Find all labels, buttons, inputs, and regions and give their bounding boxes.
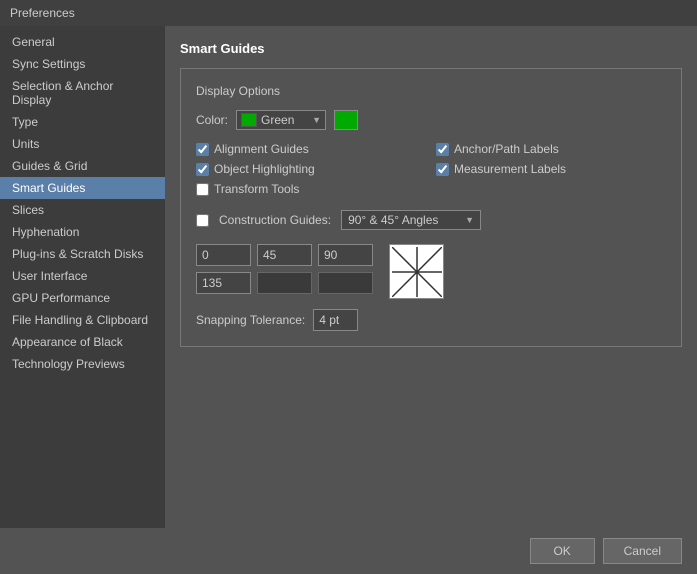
transform-tools-checkbox[interactable] bbox=[196, 183, 209, 196]
angle-input-empty1[interactable] bbox=[257, 272, 312, 294]
object-highlighting-label: Object Highlighting bbox=[214, 162, 315, 176]
sidebar-item-smart-guides[interactable]: Smart Guides bbox=[0, 177, 165, 199]
anchor-path-labels-checkbox[interactable] bbox=[436, 143, 449, 156]
angle-inputs-col-mid bbox=[257, 244, 312, 294]
object-highlighting-checkbox[interactable] bbox=[196, 163, 209, 176]
display-options-box: Display Options Color: Green ▼ Alignment… bbox=[180, 68, 682, 347]
sidebar: General Sync Settings Selection & Anchor… bbox=[0, 26, 165, 528]
anchor-path-labels-label: Anchor/Path Labels bbox=[454, 142, 559, 156]
title-text: Preferences bbox=[10, 6, 75, 20]
measurement-labels-label: Measurement Labels bbox=[454, 162, 566, 176]
sidebar-item-file-handling[interactable]: File Handling & Clipboard bbox=[0, 309, 165, 331]
chevron-down-icon: ▼ bbox=[312, 115, 321, 125]
content-area: Smart Guides Display Options Color: Gree… bbox=[165, 26, 697, 528]
color-swatch-large[interactable] bbox=[334, 110, 358, 130]
angle-input-135[interactable] bbox=[196, 272, 251, 294]
color-row: Color: Green ▼ bbox=[196, 110, 666, 130]
angle-inputs-col-right bbox=[318, 244, 373, 294]
construction-guides-row: Construction Guides: 90° & 45° Angles ▼ bbox=[196, 210, 666, 230]
sidebar-item-type[interactable]: Type bbox=[0, 111, 165, 133]
checkbox-measurement-labels: Measurement Labels bbox=[436, 162, 666, 176]
snapping-tolerance-label: Snapping Tolerance: bbox=[196, 313, 305, 327]
angle-input-0[interactable] bbox=[196, 244, 251, 266]
angle-inputs-row bbox=[196, 244, 666, 299]
color-dropdown-text: Green bbox=[261, 113, 308, 127]
sidebar-item-hyphenation[interactable]: Hyphenation bbox=[0, 221, 165, 243]
angle-dropdown[interactable]: 90° & 45° Angles ▼ bbox=[341, 210, 481, 230]
construction-guides-checkbox[interactable] bbox=[196, 214, 209, 227]
ok-button[interactable]: OK bbox=[530, 538, 595, 564]
sidebar-item-general[interactable]: General bbox=[0, 31, 165, 53]
sidebar-item-selection-anchor[interactable]: Selection & Anchor Display bbox=[0, 75, 165, 111]
sidebar-item-slices[interactable]: Slices bbox=[0, 199, 165, 221]
color-label: Color: bbox=[196, 113, 228, 127]
section-title: Smart Guides bbox=[180, 41, 682, 56]
color-dropdown[interactable]: Green ▼ bbox=[236, 110, 326, 130]
angle-diagram bbox=[389, 244, 444, 299]
checkbox-alignment-guides: Alignment Guides bbox=[196, 142, 426, 156]
checkbox-object-highlighting: Object Highlighting bbox=[196, 162, 426, 176]
sidebar-item-user-interface[interactable]: User Interface bbox=[0, 265, 165, 287]
alignment-guides-label: Alignment Guides bbox=[214, 142, 309, 156]
sidebar-item-sync-settings[interactable]: Sync Settings bbox=[0, 53, 165, 75]
construction-guides-label: Construction Guides: bbox=[219, 213, 331, 227]
angle-dropdown-text: 90° & 45° Angles bbox=[348, 213, 461, 227]
checkbox-transform-tools: Transform Tools bbox=[196, 182, 426, 196]
angle-chevron-down-icon: ▼ bbox=[465, 215, 474, 225]
sidebar-item-gpu-performance[interactable]: GPU Performance bbox=[0, 287, 165, 309]
sidebar-item-guides-grid[interactable]: Guides & Grid bbox=[0, 155, 165, 177]
sidebar-item-technology-previews[interactable]: Technology Previews bbox=[0, 353, 165, 375]
angle-input-empty2[interactable] bbox=[318, 272, 373, 294]
bottom-buttons: OK Cancel bbox=[0, 528, 697, 574]
snapping-tolerance-input[interactable] bbox=[313, 309, 358, 331]
title-bar: Preferences bbox=[0, 0, 697, 26]
sidebar-item-plug-ins-scratch[interactable]: Plug-ins & Scratch Disks bbox=[0, 243, 165, 265]
alignment-guides-checkbox[interactable] bbox=[196, 143, 209, 156]
sidebar-item-units[interactable]: Units bbox=[0, 133, 165, 155]
checkbox-anchor-path-labels: Anchor/Path Labels bbox=[436, 142, 666, 156]
transform-tools-label: Transform Tools bbox=[214, 182, 299, 196]
angle-input-45[interactable] bbox=[257, 244, 312, 266]
color-swatch-small bbox=[241, 113, 257, 127]
cancel-button[interactable]: Cancel bbox=[603, 538, 682, 564]
measurement-labels-checkbox[interactable] bbox=[436, 163, 449, 176]
sidebar-item-appearance-black[interactable]: Appearance of Black bbox=[0, 331, 165, 353]
angle-inputs-col-left bbox=[196, 244, 251, 294]
display-options-label: Display Options bbox=[196, 84, 666, 98]
angle-input-90[interactable] bbox=[318, 244, 373, 266]
checkboxes-grid: Alignment Guides Anchor/Path Labels Obje… bbox=[196, 142, 666, 196]
snapping-row: Snapping Tolerance: bbox=[196, 309, 666, 331]
